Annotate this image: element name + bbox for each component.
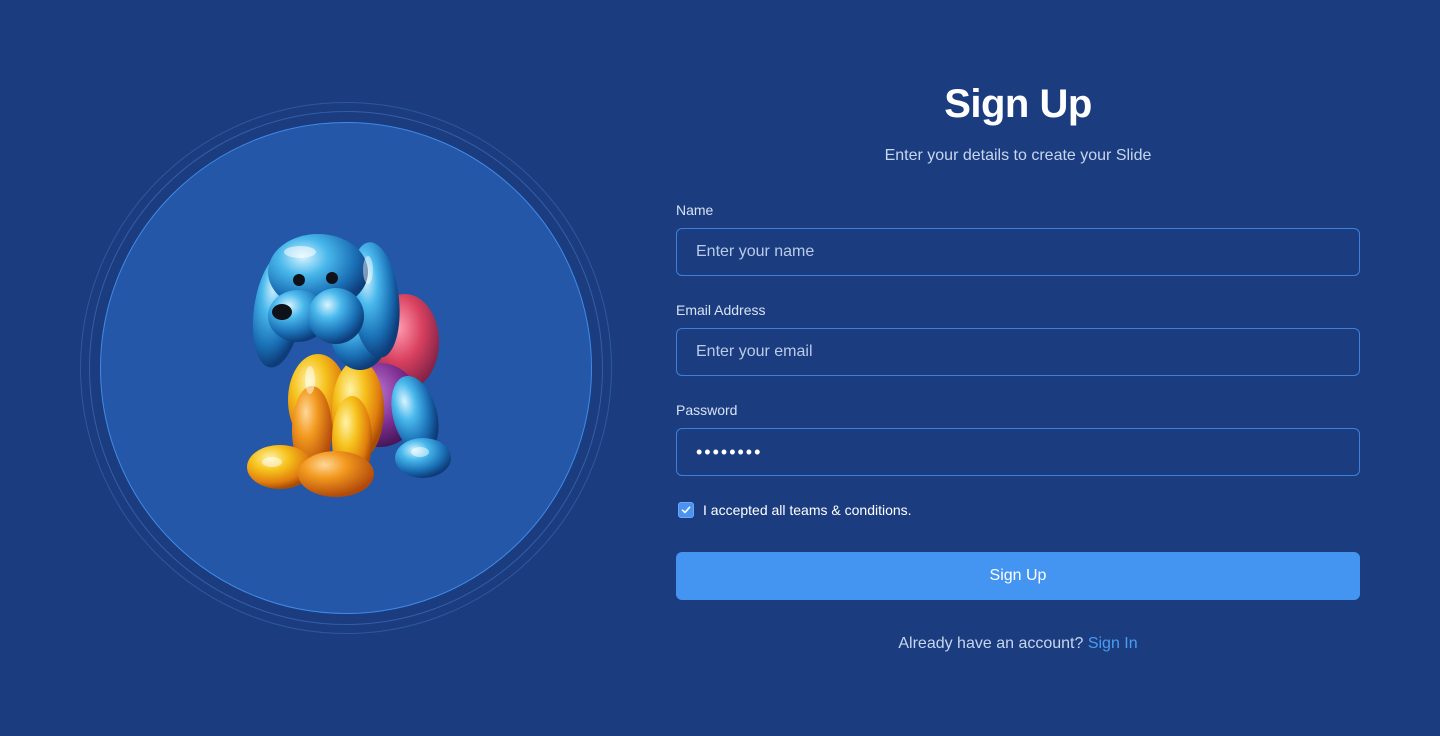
name-input[interactable] <box>676 228 1360 276</box>
check-icon <box>681 506 691 514</box>
name-label: Name <box>676 202 714 218</box>
sign-up-button[interactable]: Sign Up <box>676 552 1360 600</box>
password-label: Password <box>676 402 738 418</box>
page-subtitle: Enter your details to create your Slide <box>884 147 1152 164</box>
terms-checkbox[interactable] <box>678 502 694 518</box>
sign-in-link[interactable]: Sign In <box>1088 635 1138 652</box>
sign-in-prompt-text: Already have an account? <box>898 635 1084 652</box>
terms-row: I accepted all teams & conditions. <box>676 500 912 520</box>
email-label: Email Address <box>676 302 766 318</box>
balloon-dog-image <box>247 234 451 497</box>
hero-illustration <box>80 102 612 634</box>
page-title: Sign Up <box>944 82 1092 126</box>
password-input[interactable] <box>676 428 1360 476</box>
signup-page: Sign Up Enter your details to create you… <box>0 0 1440 736</box>
email-input[interactable] <box>676 328 1360 376</box>
terms-label: I accepted all teams & conditions. <box>703 502 912 518</box>
sign-in-prompt: Already have an account? Sign In <box>676 635 1360 653</box>
